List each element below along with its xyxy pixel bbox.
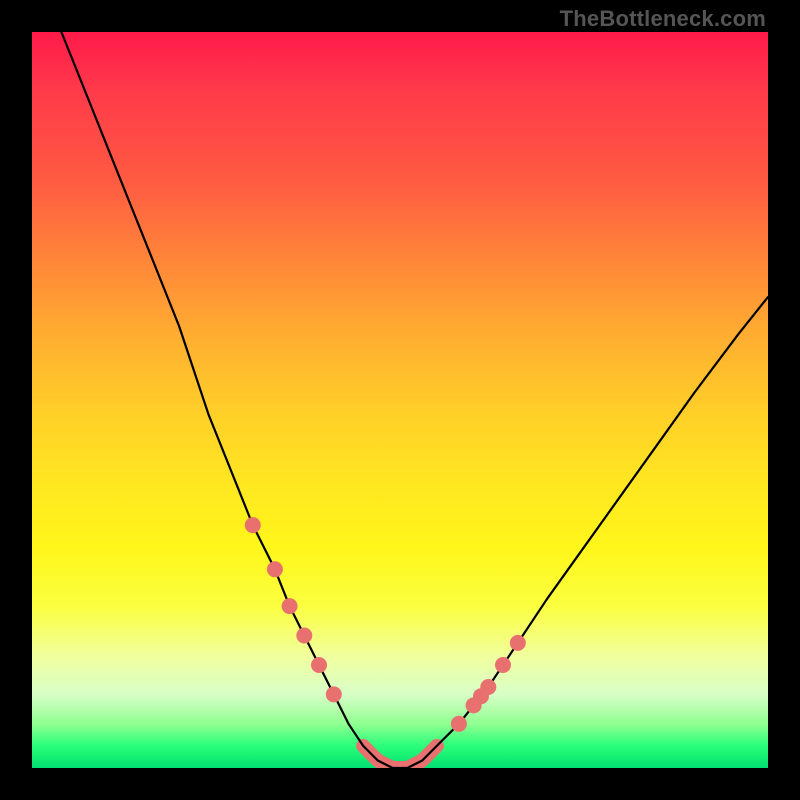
bottleneck-curve [61,32,768,768]
dots-left [245,517,342,702]
curve-dot [451,716,467,732]
curve-dot [495,657,511,673]
curve-dot [245,517,261,533]
curve-layer [32,32,768,768]
plot-area [32,32,768,768]
curve-dot [296,628,312,644]
watermark-text: TheBottleneck.com [560,6,766,32]
curve-dot [267,561,283,577]
curve-dot [510,635,526,651]
curve-dot [480,679,496,695]
curve-dot [282,598,298,614]
curve-dot [311,657,327,673]
curve-dot [326,686,342,702]
chart-canvas: TheBottleneck.com [0,0,800,800]
dots-right [451,635,526,732]
